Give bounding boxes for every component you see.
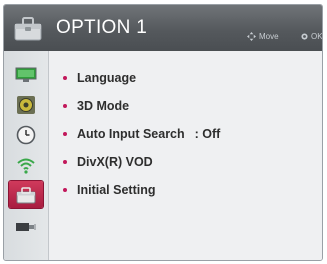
menu-item-auto-input-search[interactable]: Auto Input Search : Off bbox=[63, 124, 293, 144]
bullet-icon bbox=[63, 160, 67, 164]
menu-item-label: Initial Setting bbox=[77, 183, 156, 197]
sidebar-item-input[interactable] bbox=[9, 213, 43, 240]
bullet-icon bbox=[63, 132, 67, 136]
ok-button-icon bbox=[301, 33, 308, 40]
category-sidebar bbox=[4, 51, 49, 260]
menu-item-label: Language bbox=[77, 71, 137, 85]
page-title: OPTION 1 bbox=[56, 17, 148, 38]
sidebar-item-network[interactable] bbox=[9, 151, 43, 178]
option-icon bbox=[16, 186, 36, 203]
sound-icon bbox=[17, 95, 35, 114]
ok-hint-label: OK bbox=[311, 32, 323, 41]
sidebar-item-time[interactable] bbox=[9, 121, 43, 148]
sidebar-item-sound[interactable] bbox=[9, 91, 43, 118]
menu-item-language[interactable]: Language bbox=[63, 68, 293, 88]
menu-item-label: 3D Mode bbox=[77, 99, 130, 113]
bullet-icon bbox=[63, 76, 67, 80]
ok-hint: OK bbox=[301, 32, 323, 41]
settings-window: OPTION 1 Move OK Language 3D Mode Auto I… bbox=[3, 4, 323, 261]
dpad-icon bbox=[247, 32, 256, 41]
menu-item-label: DivX(R) VOD bbox=[77, 155, 153, 169]
header-bar: OPTION 1 Move OK bbox=[4, 5, 322, 52]
move-hint-label: Move bbox=[259, 32, 279, 41]
bullet-icon bbox=[63, 104, 67, 108]
menu-item-initial-setting[interactable]: Initial Setting bbox=[63, 180, 293, 200]
time-icon bbox=[16, 125, 36, 144]
sidebar-item-picture[interactable] bbox=[9, 61, 43, 88]
input-icon bbox=[16, 222, 36, 231]
option-menu-panel: Language 3D Mode Auto Input Search : Off… bbox=[49, 51, 322, 260]
toolbox-icon bbox=[12, 12, 44, 44]
picture-icon bbox=[15, 67, 37, 82]
menu-item-divx-vod[interactable]: DivX(R) VOD bbox=[63, 152, 293, 172]
sidebar-item-option[interactable] bbox=[9, 181, 43, 208]
move-hint: Move bbox=[247, 32, 279, 41]
menu-item-label: Auto Input Search bbox=[77, 127, 185, 141]
menu-item-3d-mode[interactable]: 3D Mode bbox=[63, 96, 293, 116]
bullet-icon bbox=[63, 188, 67, 192]
network-icon bbox=[17, 158, 35, 174]
menu-item-value: : Off bbox=[194, 127, 221, 141]
